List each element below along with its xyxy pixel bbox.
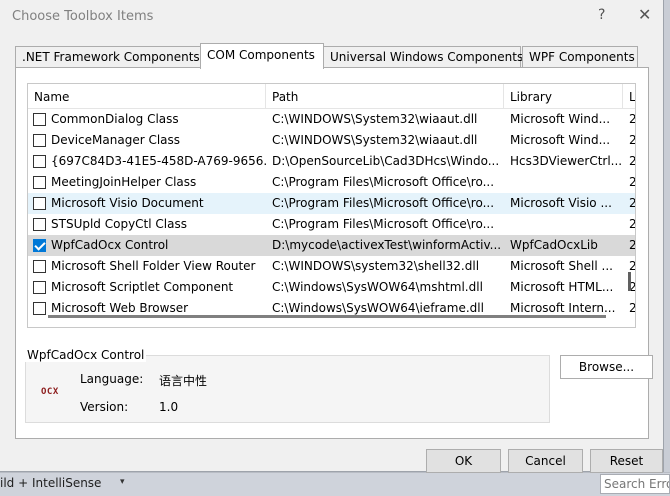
row-checkbox[interactable]	[33, 197, 46, 210]
close-icon[interactable]: ✕	[638, 5, 651, 24]
row-checkbox[interactable]	[33, 176, 46, 189]
row-checkbox[interactable]	[33, 218, 46, 231]
details-group-title: WpfCadOcx Control	[25, 348, 147, 362]
row-library: Microsoft HTML...	[510, 280, 614, 294]
row-library: WpfCadOcxLib	[510, 238, 598, 252]
cancel-button[interactable]: Cancel	[508, 449, 583, 473]
row-extra: 2	[629, 154, 636, 168]
table-row[interactable]: MeetingJoinHelper Class C:\Program Files\…	[28, 172, 636, 193]
tab-com-components[interactable]: COM Components	[200, 43, 324, 69]
language-label: Language:	[80, 372, 144, 386]
table-row[interactable]: Microsoft Scriptlet Component C:\Windows\…	[28, 277, 635, 298]
row-library	[504, 172, 623, 193]
column-header-library[interactable]: Library	[504, 84, 623, 109]
row-checkbox[interactable]	[33, 281, 46, 294]
row-checkbox[interactable]	[33, 260, 46, 273]
table-row[interactable]: CommonDialog Class C:\WINDOWS\System32\wi…	[28, 109, 636, 130]
row-library: Microsoft Wind...	[510, 133, 611, 147]
reset-button[interactable]: Reset	[590, 449, 663, 473]
row-name: Microsoft Web Browser	[51, 301, 189, 315]
ok-button[interactable]: OK	[426, 449, 501, 473]
row-library	[504, 214, 623, 235]
row-extra: 2	[629, 133, 636, 147]
components-list[interactable]: Name Path Library L CommonDialog Class C:…	[27, 83, 636, 328]
row-path: D:\mycode\activexTest\winformActiv...	[272, 238, 502, 252]
choose-toolbox-items-dialog: Choose Toolbox Items ? ✕ .NET Framework …	[0, 0, 664, 473]
row-library: Microsoft Visio ...	[510, 196, 612, 210]
row-library: Hcs3DViewerCtrl...	[510, 154, 623, 168]
row-extra: 2	[629, 301, 636, 315]
row-checkbox[interactable]	[33, 113, 46, 126]
help-button[interactable]: ?	[598, 7, 605, 23]
row-path: C:\Program Files\Microsoft Office\ro...	[272, 196, 495, 210]
row-checkbox[interactable]	[33, 239, 46, 252]
row-name: DeviceManager Class	[51, 133, 181, 147]
row-name: CommonDialog Class	[51, 112, 179, 126]
list-header: Name Path Library L	[28, 84, 635, 109]
row-name-cell: Microsoft Shell Folder View Router	[28, 256, 266, 277]
table-row[interactable]: {697C84D3-41E5-458D-A769-9656... D:\OpenS…	[28, 151, 636, 172]
row-name-cell: DeviceManager Class	[28, 130, 266, 151]
chevron-down-icon[interactable]: ▾	[120, 477, 125, 487]
dialog-title: Choose Toolbox Items	[12, 9, 154, 24]
row-name-cell: Microsoft Visio Document	[28, 193, 266, 214]
row-name: STSUpld CopyCtl Class	[51, 217, 187, 231]
column-header-path[interactable]: Path	[266, 84, 504, 109]
table-row[interactable]: STSUpld CopyCtl Class C:\Program Files\Mi…	[28, 214, 636, 235]
row-name: Microsoft Shell Folder View Router	[51, 259, 256, 273]
row-name-cell: Microsoft Scriptlet Component	[28, 277, 266, 298]
table-row[interactable]: DeviceManager Class C:\WINDOWS\System32\w…	[28, 130, 636, 151]
tab-wpf-components[interactable]: WPF Components	[522, 46, 638, 68]
row-extra: 2	[629, 196, 636, 210]
row-checkbox[interactable]	[33, 134, 46, 147]
row-path: C:\WINDOWS\System32\wiaaut.dll	[272, 133, 478, 147]
row-path: C:\Program Files\Microsoft Office\ro...	[272, 217, 495, 231]
tab-universal-windows[interactable]: Universal Windows Components	[323, 46, 523, 68]
row-name-cell: STSUpld CopyCtl Class	[28, 214, 266, 235]
row-path: C:\Program Files\Microsoft Office\ro...	[272, 175, 495, 189]
row-checkbox[interactable]	[33, 302, 46, 315]
row-path: D:\OpenSourceLib\Cad3DHcs\Windo...	[272, 154, 500, 168]
row-name: {697C84D3-41E5-458D-A769-9656...	[51, 154, 266, 168]
row-path: C:\Windows\SysWOW64\mshtml.dll	[272, 280, 483, 294]
selected-item-details: OCX Language: 语言中性 Version: 1.0	[25, 355, 550, 423]
row-path: C:\WINDOWS\system32\shell32.dll	[272, 259, 480, 273]
row-extra: 2	[629, 112, 636, 126]
com-components-panel: Name Path Library L CommonDialog Class C:…	[15, 67, 649, 439]
row-name-cell: MeetingJoinHelper Class	[28, 172, 266, 193]
ide-build-filter[interactable]: ild + IntelliSense	[0, 476, 101, 490]
version-value: 1.0	[159, 400, 179, 414]
ide-background-strip	[664, 0, 670, 496]
tab-net-framework[interactable]: .NET Framework Components	[15, 46, 201, 68]
row-library: Microsoft Shell ...	[510, 259, 613, 273]
row-name: Microsoft Scriptlet Component	[51, 280, 234, 294]
column-header-name[interactable]: Name	[28, 84, 266, 109]
horizontal-scrollbar[interactable]	[48, 315, 606, 318]
row-extra: 2	[629, 238, 636, 252]
vertical-scrollbar[interactable]	[628, 272, 631, 291]
version-label: Version:	[80, 400, 129, 414]
row-extra: 2	[629, 217, 636, 231]
row-checkbox[interactable]	[33, 155, 46, 168]
row-name: MeetingJoinHelper Class	[51, 175, 197, 189]
row-name-cell: CommonDialog Class	[28, 109, 266, 130]
row-name-cell: {697C84D3-41E5-458D-A769-9656...	[28, 151, 266, 172]
row-name-cell: WpfCadOcx Control	[28, 235, 266, 256]
row-name: WpfCadOcx Control	[51, 238, 169, 252]
browse-button[interactable]: Browse...	[560, 355, 653, 379]
table-row[interactable]: WpfCadOcx Control D:\mycode\activexTest\w…	[28, 235, 636, 256]
table-row[interactable]: Microsoft Visio Document C:\Program Files…	[28, 193, 636, 214]
column-header-last[interactable]: L	[623, 84, 635, 109]
error-search-input[interactable]: Search Erro	[600, 474, 670, 494]
row-library: Microsoft Wind...	[510, 112, 611, 126]
row-name: Microsoft Visio Document	[51, 196, 204, 210]
row-extra: 2	[629, 175, 636, 189]
table-row[interactable]: Microsoft Shell Folder View Router C:\WIN…	[28, 256, 635, 277]
row-path: C:\WINDOWS\System32\wiaaut.dll	[272, 112, 478, 126]
ocx-icon: OCX	[41, 387, 59, 397]
language-value: 语言中性	[159, 374, 208, 388]
